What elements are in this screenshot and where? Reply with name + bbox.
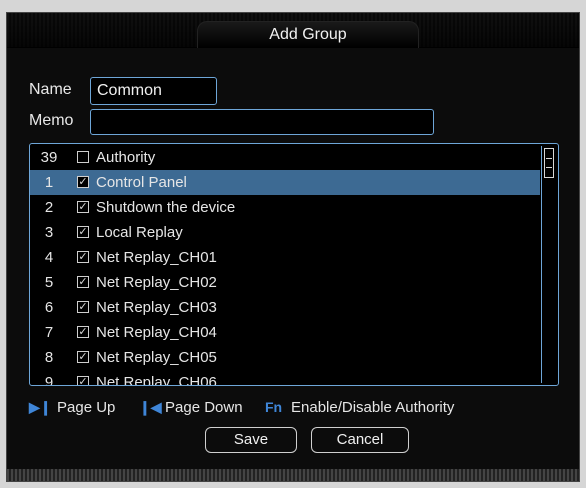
memo-label: Memo	[29, 112, 74, 129]
item-label: Shutdown the device	[96, 199, 236, 216]
fn-key-icon: Fn	[265, 399, 283, 415]
checkbox-checked[interactable]: ✓	[77, 376, 89, 385]
page-up-icon: ▶❙	[29, 399, 52, 415]
list-item[interactable]: 4 ✓ Net Replay_CH01	[30, 245, 540, 270]
page-up-hint: Page Up	[57, 399, 116, 416]
list-item[interactable]: 5 ✓ Net Replay_CH02	[30, 270, 540, 295]
item-label: Net Replay_CH02	[96, 274, 217, 291]
dialog-titlebar: Add Group	[7, 13, 579, 48]
authority-list[interactable]: 39 Authority 1 ✓ Control Panel 2 ✓ Shutdown the…	[29, 143, 559, 386]
item-number: 4	[44, 249, 54, 266]
checkbox-checked[interactable]: ✓	[77, 276, 89, 288]
save-button[interactable]: Save	[205, 427, 297, 453]
scroll-thumb[interactable]	[544, 148, 554, 178]
page-down-icon: ❙◀	[139, 399, 162, 415]
checkbox-checked[interactable]: ✓	[77, 201, 89, 213]
list-item[interactable]: 8 ✓ Net Replay_CH05	[30, 345, 540, 370]
memo-field[interactable]	[90, 109, 434, 135]
name-label: Name	[29, 81, 72, 98]
page-down-hint: Page Down	[165, 399, 243, 416]
list-item[interactable]: 9 ✓ Net Replay_CH06	[30, 370, 540, 386]
checkbox-checked[interactable]: ✓	[77, 226, 89, 238]
list-item[interactable]: 1 ✓ Control Panel	[30, 170, 540, 195]
name-field[interactable]: Common	[90, 77, 217, 105]
item-number: 5	[44, 274, 54, 291]
cancel-button[interactable]: Cancel	[311, 427, 409, 453]
item-number: 3	[44, 224, 54, 241]
item-number: 7	[44, 324, 54, 341]
item-number: 8	[44, 349, 54, 366]
checkbox-checked[interactable]: ✓	[77, 176, 89, 188]
checkbox-checked[interactable]: ✓	[77, 301, 89, 313]
item-label: Net Replay_CH03	[96, 299, 217, 316]
add-group-dialog: Add Group Name Common Memo 39 Authority 1 ✓…	[6, 12, 580, 482]
item-label: Authority	[96, 149, 156, 166]
checkbox-checked[interactable]: ✓	[77, 351, 89, 363]
checkbox-unchecked[interactable]	[77, 151, 89, 163]
item-label: Control Panel	[96, 174, 187, 191]
bottom-strip	[7, 469, 579, 481]
item-label: Net Replay_CH05	[96, 349, 217, 366]
item-number: 39	[40, 149, 58, 166]
fn-action-hint: Enable/Disable Authority	[291, 399, 455, 416]
item-number: 6	[44, 299, 54, 316]
list-item[interactable]: 2 ✓ Shutdown the device	[30, 195, 540, 220]
item-number: 1	[44, 174, 54, 191]
list-item[interactable]: 6 ✓ Net Replay_CH03	[30, 295, 540, 320]
list-item[interactable]: 7 ✓ Net Replay_CH04	[30, 320, 540, 345]
list-item[interactable]: 3 ✓ Local Replay	[30, 220, 540, 245]
dialog-title: Add Group	[197, 21, 419, 48]
item-label: Net Replay_CH04	[96, 324, 217, 341]
item-number: 9	[44, 374, 54, 386]
checkbox-checked[interactable]: ✓	[77, 326, 89, 338]
item-number: 2	[44, 199, 54, 216]
checkbox-checked[interactable]: ✓	[77, 251, 89, 263]
item-label: Net Replay_CH06	[96, 374, 217, 386]
item-label: Local Replay	[96, 224, 183, 241]
list-scrollbar[interactable]	[541, 146, 556, 383]
item-label: Net Replay_CH01	[96, 249, 217, 266]
list-header-row[interactable]: 39 Authority	[30, 145, 540, 170]
